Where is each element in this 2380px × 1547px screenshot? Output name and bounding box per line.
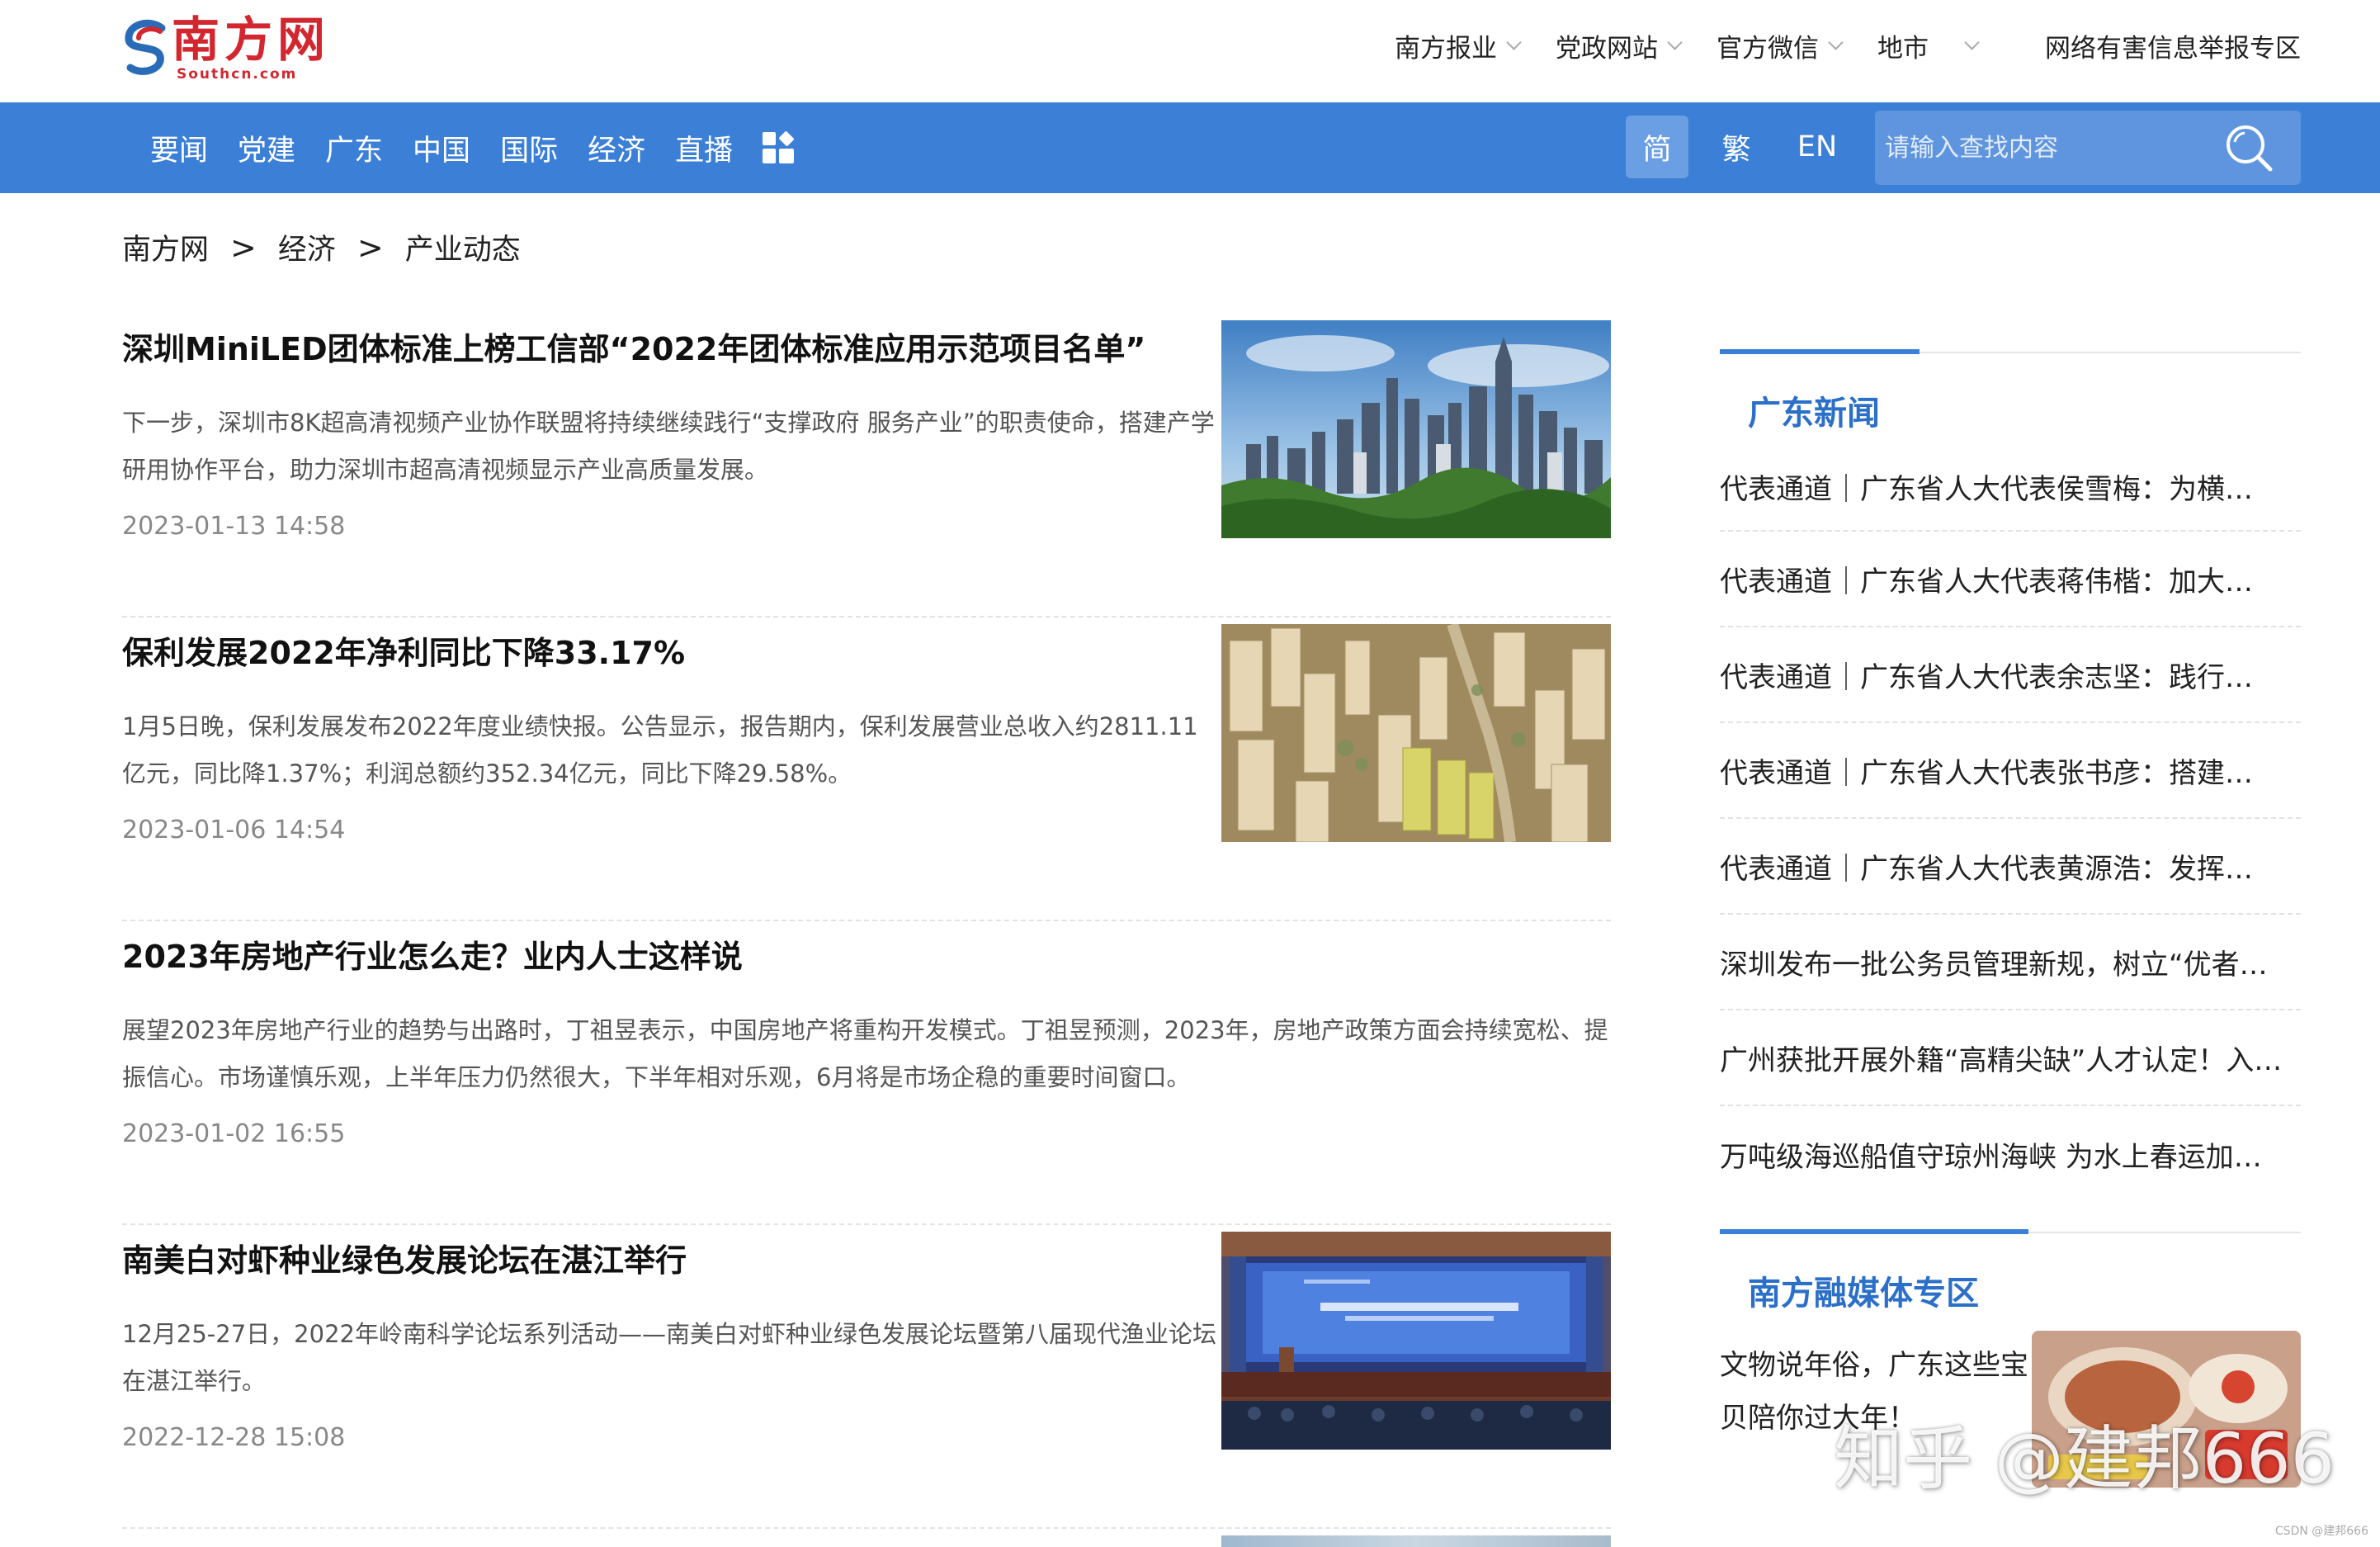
top-link-label: 网络有害信息举报专区 (2045, 33, 2301, 64)
list-item[interactable]: 万吨级海巡船值守琼州海峡 为水上春运加… (1720, 1106, 2301, 1202)
nav-item-guoji[interactable]: 国际 (500, 127, 558, 169)
lang-simplified-button[interactable]: 简 (1626, 116, 1688, 178)
site-logo[interactable]: 南方网 Southcn.com (124, 12, 325, 83)
list-item[interactable]: 深圳发布一批公务员管理新规，树立“优者… (1720, 915, 2301, 1010)
article-date: 2022-12-28 15:08 (122, 1423, 346, 1452)
breadcrumb-current: 产业动态 (404, 234, 521, 267)
section-header-guangdong-news: 广东新闻 (1720, 349, 2301, 442)
nav-item-jingji[interactable]: 经济 (588, 127, 645, 169)
list-item[interactable]: 代表通道｜广东省人大代表蒋伟楷：加大… (1720, 532, 2301, 627)
conference-hall-image[interactable] (1221, 1232, 1611, 1450)
logo-swirl-icon (125, 19, 166, 75)
article-item: 南美白对虾种业绿色发展论坛在湛江举行 12月25-27日，2022年岭南科学论坛… (122, 1225, 1611, 1529)
search-input[interactable] (1885, 123, 2215, 173)
article-date: 2023-01-06 14:54 (122, 816, 346, 844)
list-item[interactable]: 广州获批开展外籍“高精尖缺”人才认定！入… (1720, 1010, 2301, 1106)
article-summary: 1月5日晚，保利发展发布2022年度业绩快报。公告显示，报告期内，保利发展营业总… (122, 712, 1198, 788)
nav-item-yaowen[interactable]: 要闻 (150, 127, 208, 169)
nav-item-guangdong[interactable]: 广东 (325, 127, 383, 169)
top-header: 南方网 Southcn.com 南方报业 党政网站 官方微信 地市 网络有害信息… (0, 0, 2380, 102)
building-model-image[interactable] (1221, 624, 1611, 842)
chevron-down-icon (1828, 34, 1844, 50)
article-title[interactable]: 深圳MiniLED团体标准上榜工信部“2022年团体标准应用示范项目名单” (122, 324, 1145, 369)
article-item: 2023年房地产行业怎么走？业内人士这样说 展望2023年房地产行业的趋势与出路… (122, 921, 1611, 1225)
article-item: 深圳MiniLED团体标准上榜工信部“2022年团体标准应用示范项目名单” 下一… (122, 314, 1611, 617)
article-summary: 展望2023年房地产行业的趋势与出路时，丁祖昱表示，中国房地产将重构开发模式。丁… (122, 1016, 1608, 1091)
zhihu-watermark: 知乎 @建邦666 (1834, 1418, 2335, 1499)
top-link-report[interactable]: 网络有害信息举报专区 (2045, 27, 2301, 64)
article-date: 2023-01-02 16:55 (122, 1119, 346, 1148)
breadcrumb-separator: > (230, 229, 257, 266)
breadcrumb-separator: > (357, 229, 384, 266)
guangdong-news-list: 代表通道｜广东省人大代表侯雪梅：为横… 代表通道｜广东省人大代表蒋伟楷：加大… … (1720, 442, 2301, 1202)
top-link-dangzheng[interactable]: 党政网站 (1556, 27, 1683, 64)
main-nav-bar: 要闻 党建 广东 中国 国际 经济 直播 简 繁 EN (0, 102, 2380, 193)
chevron-down-icon (1667, 34, 1683, 50)
section-title: 南方融媒体专区 (1748, 1275, 1979, 1313)
nav-item-zhongguo[interactable]: 中国 (413, 127, 470, 169)
article-title[interactable]: 保利发展2022年净利同比下降33.17% (122, 627, 685, 673)
logo-sub-text: Southcn.com (177, 66, 298, 83)
search-icon[interactable] (2223, 122, 2274, 173)
article-summary: 下一步，深圳市8K超高清视频产业协作联盟将持续继续践行“支撑政府 服务产业”的职… (122, 409, 1215, 484)
top-link-label: 官方微信 (1717, 33, 1819, 64)
lang-traditional-button[interactable]: 繁 (1705, 116, 1768, 178)
search-box (1875, 111, 2301, 185)
top-link-label: 党政网站 (1556, 33, 1658, 64)
nav-item-zhibo[interactable]: 直播 (675, 127, 733, 169)
sidebar: 广东新闻 代表通道｜广东省人大代表侯雪梅：为横… 代表通道｜广东省人大代表蒋伟楷… (1720, 349, 2301, 1501)
section-header-media-zone: 南方融媒体专区 (1720, 1229, 2301, 1322)
logo-brand-text: 南方网 (172, 12, 331, 68)
city-skyline-image[interactable] (1221, 320, 1611, 538)
nav-items: 要闻 党建 广东 中国 国际 经济 直播 (150, 102, 795, 193)
article-title[interactable]: 2023年房地产行业怎么走？业内人士这样说 (122, 931, 743, 977)
grid-menu-icon[interactable] (763, 130, 795, 163)
top-link-weixin[interactable]: 官方微信 (1717, 27, 1844, 64)
chevron-down-icon (1506, 34, 1522, 50)
article-title[interactable]: 南美白对虾种业绿色发展论坛在湛江举行 (122, 1235, 687, 1280)
next-article-thumb-edge (1221, 1535, 1611, 1547)
list-item[interactable]: 代表通道｜广东省人大代表余志坚：践行… (1720, 627, 2301, 723)
nav-item-dangjian[interactable]: 党建 (238, 127, 295, 169)
top-links: 南方报业 党政网站 官方微信 地市 网络有害信息举报专区 (1358, 25, 2301, 66)
article-summary: 12月25-27日，2022年岭南科学论坛系列活动——南美白对虾种业绿色发展论坛… (122, 1320, 1216, 1395)
lang-english-button[interactable]: EN (1784, 116, 1850, 178)
list-item[interactable]: 代表通道｜广东省人大代表侯雪梅：为横… (1720, 442, 2301, 532)
top-link-label: 南方报业 (1395, 33, 1497, 64)
breadcrumb: 南方网 > 经济 > 产业动态 (122, 226, 521, 268)
breadcrumb-home[interactable]: 南方网 (122, 226, 209, 268)
section-title: 广东新闻 (1748, 395, 1880, 433)
article-date: 2023-01-13 14:58 (122, 512, 346, 541)
article-list: 深圳MiniLED团体标准上榜工信部“2022年团体标准应用示范项目名单” 下一… (122, 314, 1611, 1529)
chevron-down-icon (1964, 34, 1980, 50)
csdn-watermark: CSDN @建邦666 (2274, 1525, 2368, 1538)
breadcrumb-jingji[interactable]: 经济 (278, 226, 336, 268)
top-link-label: 地市 (1877, 33, 1929, 64)
list-item[interactable]: 代表通道｜广东省人大代表黄源浩：发挥… (1720, 819, 2301, 915)
top-link-nanfang-baoye[interactable]: 南方报业 (1395, 27, 1522, 64)
article-item: 保利发展2022年净利同比下降33.17% 1月5日晚，保利发展发布2022年度… (122, 617, 1611, 921)
top-link-dishi[interactable]: 地市 (1877, 27, 1980, 64)
list-item[interactable]: 代表通道｜广东省人大代表张书彦：搭建… (1720, 723, 2301, 819)
